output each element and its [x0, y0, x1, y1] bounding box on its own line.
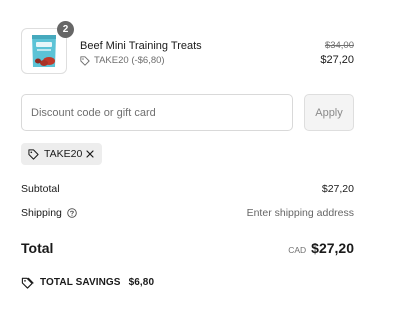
help-circle-icon[interactable]	[67, 208, 77, 218]
discount-code-input[interactable]	[21, 94, 293, 131]
apply-button[interactable]: Apply	[304, 94, 354, 131]
applied-discount-chip: TAKE20	[21, 143, 102, 165]
total-amount: $27,20	[311, 240, 354, 256]
product-name: Beef Mini Training Treats	[80, 40, 202, 52]
shipping-row: Shipping Enter shipping address	[21, 206, 354, 220]
applied-code-label: TAKE20	[44, 148, 83, 160]
shipping-label-group: Shipping	[21, 207, 77, 219]
total-value-group: CAD $27,20	[288, 240, 354, 256]
original-price: $34,00	[324, 40, 354, 51]
shipping-label: Shipping	[21, 207, 62, 219]
treat-bag-image	[32, 35, 56, 67]
total-row: Total CAD $27,20	[21, 237, 354, 259]
tags-icon	[21, 277, 34, 289]
product-discount: TAKE20 (-$6,80)	[80, 55, 165, 66]
subtotal-label: Subtotal	[21, 183, 60, 195]
quantity-badge: 2	[57, 21, 74, 38]
close-icon	[86, 150, 94, 158]
remove-discount-button[interactable]	[84, 148, 96, 160]
currency-code: CAD	[288, 245, 307, 255]
line-item: 2 Beef Mini Training Treats TAKE20 (-$6,…	[21, 21, 354, 76]
tag-icon	[28, 148, 39, 160]
subtotal-row: Subtotal $27,20	[21, 182, 354, 196]
total-label: Total	[21, 240, 54, 256]
subtotal-value: $27,20	[321, 183, 354, 195]
savings-label: TOTAL SAVINGS	[40, 277, 121, 288]
tag-icon	[80, 55, 90, 66]
total-savings: TOTAL SAVINGS $6,80	[21, 276, 154, 289]
savings-value: $6,80	[128, 277, 155, 288]
product-thumbnail: 2	[21, 21, 74, 74]
shipping-value: Enter shipping address	[246, 207, 354, 219]
product-discount-label: TAKE20 (-$6,80)	[94, 55, 165, 66]
discounted-price: $27,20	[320, 54, 354, 66]
